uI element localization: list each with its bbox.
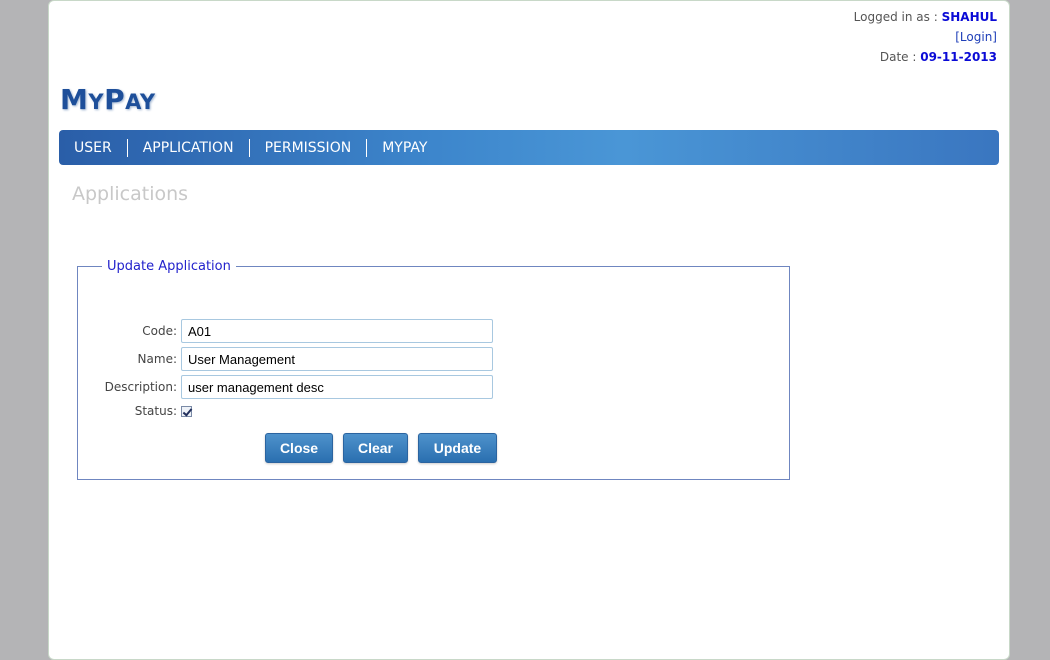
login-link[interactable]: [Login] [955,30,997,44]
login-line: [Login] [854,27,997,47]
username: SHAHUL [941,10,997,24]
clear-button[interactable]: Clear [343,433,408,463]
logo-letters-ay: AY [125,90,156,114]
form-buttons: Close Clear Update [265,433,497,463]
logged-in-label: Logged in as : [853,10,938,24]
date-label: Date : [879,50,917,64]
form-legend: Update Application [107,259,231,274]
nav-item-user[interactable]: USER [59,138,128,157]
date-value: 09-11-2013 [920,50,997,64]
login-info: Logged in as : SHAHUL [Login] Date : 09-… [854,7,997,67]
main-nav: USER APPLICATION PERMISSION MYPAY [59,130,999,165]
status-row: Status: [78,404,192,418]
page-container: Logged in as : SHAHUL [Login] Date : 09-… [48,0,1010,660]
name-label: Name: [137,352,177,366]
code-input[interactable] [181,319,493,343]
logo-letter-p: P [104,83,126,116]
update-button[interactable]: Update [418,433,497,463]
nav-item-application[interactable]: APPLICATION [128,138,250,157]
close-button[interactable]: Close [265,433,333,463]
nav-item-permission[interactable]: PERMISSION [250,138,368,157]
page-title: Applications [72,183,189,205]
status-checkbox[interactable] [181,405,192,417]
code-row: Code: [78,319,493,343]
update-application-form: Update Application Code: Name: Descripti… [77,259,790,480]
mypay-logo: MYPAY [60,83,156,116]
code-label: Code: [142,324,177,338]
date-line: Date : 09-11-2013 [854,47,997,67]
logo-letters-y: Y [88,90,105,114]
logged-in-line: Logged in as : SHAHUL [854,7,997,27]
name-input[interactable] [181,347,493,371]
description-input[interactable] [181,375,493,399]
nav-item-mypay[interactable]: MYPAY [367,139,442,157]
logo-letter-m: M [60,83,89,116]
description-row: Description: [78,375,493,399]
status-label: Status: [134,404,177,418]
name-row: Name: [78,347,493,371]
description-label: Description: [104,380,177,394]
